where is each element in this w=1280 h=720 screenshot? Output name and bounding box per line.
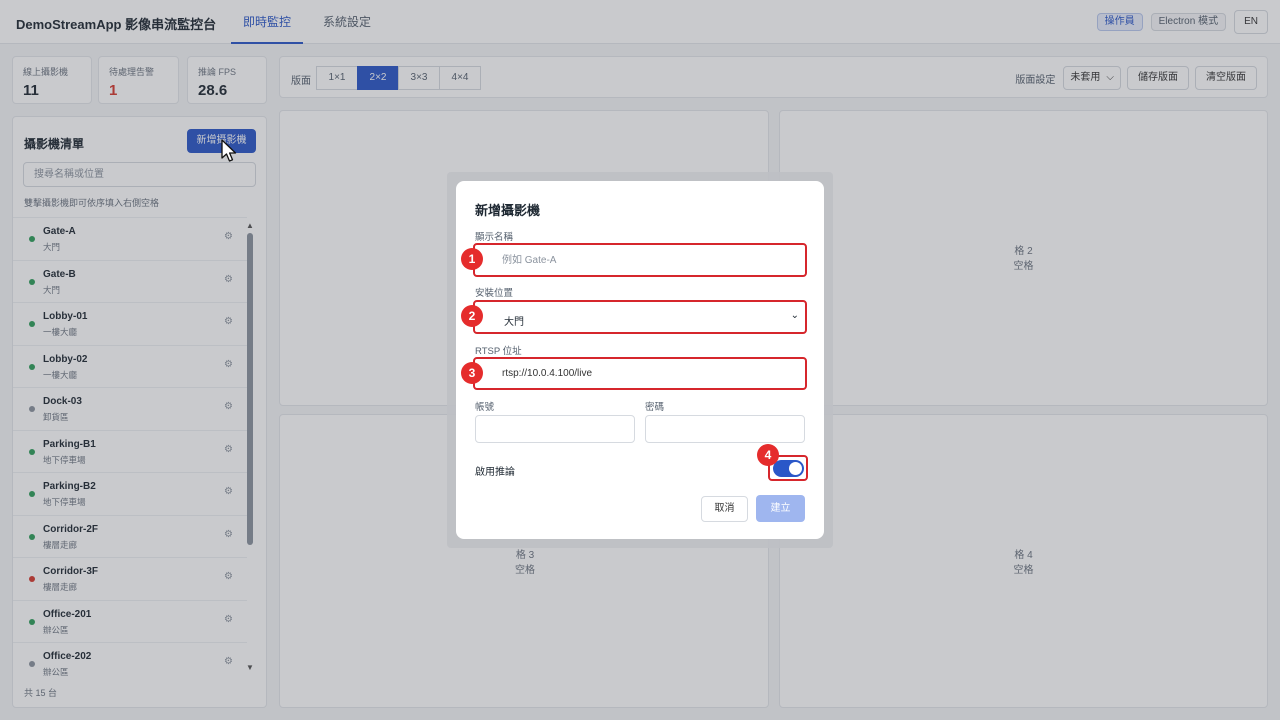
step-badge-3: 3 — [461, 362, 483, 384]
account-label: 帳號 — [475, 402, 495, 413]
rtsp-label: RTSP 位址 — [475, 346, 522, 357]
rtsp-input[interactable] — [475, 359, 805, 388]
password-field[interactable] — [645, 415, 805, 443]
location-value: 大門 — [504, 317, 524, 328]
inference-toggle[interactable] — [773, 460, 804, 477]
display-name-label: 顯示名稱 — [475, 232, 514, 243]
step-badge-4: 4 — [757, 444, 779, 466]
add-camera-dialog: 新增攝影機 顯示名稱 安裝位置 大門 ⌄ RTSP 位址 帳號 密碼 啟用推論 … — [456, 181, 824, 539]
mouse-cursor-icon — [221, 139, 237, 162]
password-label: 密碼 — [645, 402, 665, 413]
cancel-button[interactable]: 取消 — [701, 496, 748, 522]
create-button[interactable]: 建立 — [756, 495, 805, 522]
dialog-title: 新增攝影機 — [475, 203, 541, 218]
step-badge-1: 1 — [461, 248, 483, 270]
toggle-knob — [789, 462, 802, 475]
location-select[interactable]: 大門 ⌄ — [473, 300, 807, 334]
display-name-input[interactable] — [475, 245, 805, 275]
rtsp-field[interactable] — [473, 357, 807, 390]
account-field[interactable] — [475, 415, 635, 443]
step-badge-2: 2 — [461, 305, 483, 327]
location-label: 安裝位置 — [475, 288, 514, 299]
account-input[interactable] — [476, 416, 634, 442]
inference-label: 啟用推論 — [475, 467, 515, 478]
chevron-down-icon: ⌄ — [790, 310, 799, 321]
display-name-field[interactable] — [473, 243, 807, 277]
password-input[interactable] — [646, 416, 804, 442]
